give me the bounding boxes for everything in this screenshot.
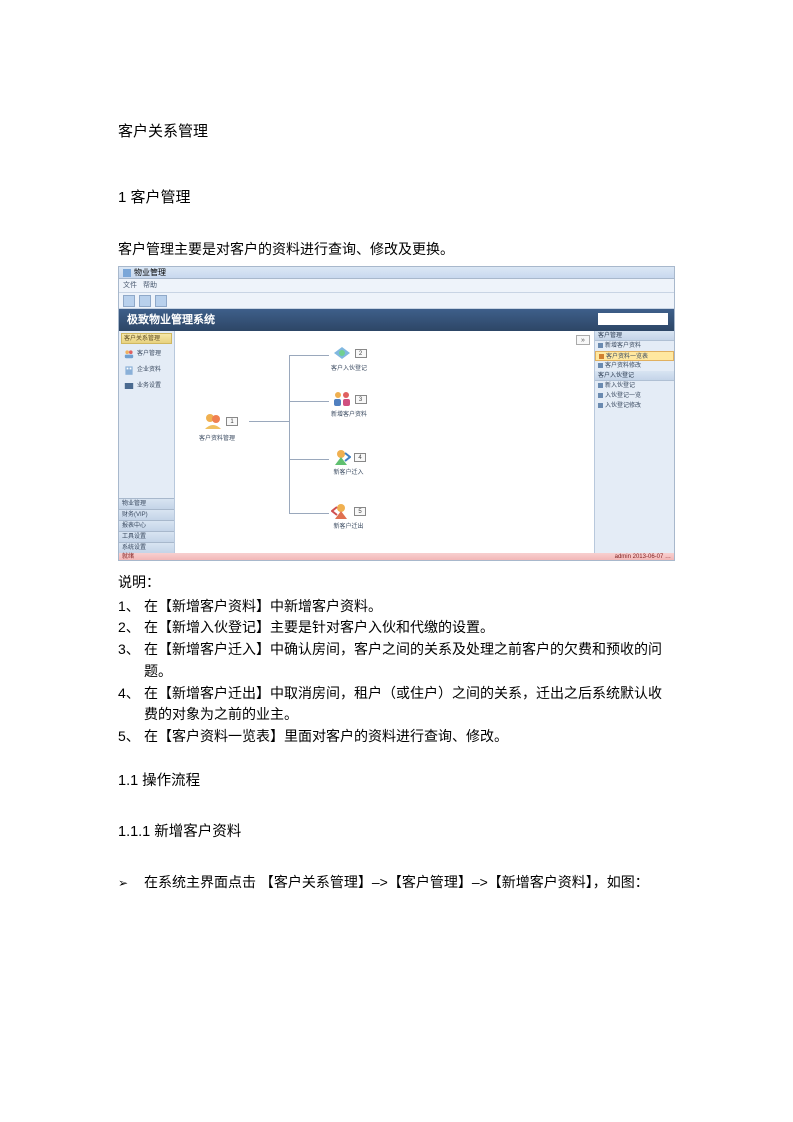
sidebar-item-label: 业务设置	[137, 382, 161, 392]
app-screenshot: 物业管理 文件 帮助 极致物业管理系统 客户关系管理 客户管理 企业资料	[118, 266, 675, 561]
diagram-child-label: 新客户迁出	[333, 523, 363, 533]
diagram-child-label: 新客户迁入	[333, 469, 363, 479]
status-bar: 就绪 admin 2013-06-07 …	[119, 553, 674, 561]
list-item: 3、在【新增客户迁入】中确认房间，客户之间的关系及处理之前客户的欠费和预收的问题…	[118, 639, 675, 682]
move-out-icon	[331, 501, 351, 521]
window-titlebar: 物业管理	[119, 267, 674, 279]
users-icon	[123, 348, 135, 360]
banner-title: 极致物业管理系统	[127, 312, 215, 330]
right-item[interactable]: 入伙登记一览	[595, 391, 674, 401]
node-badge: 1	[226, 417, 238, 426]
gear-icon	[123, 380, 135, 392]
handshake-icon	[332, 343, 352, 363]
nav-section[interactable]: 物业管理	[119, 498, 174, 509]
list-item: 5、在【客户资料一览表】里面对客户的资料进行查询、修改。	[118, 726, 675, 748]
status-right: admin 2013-06-07 …	[615, 553, 671, 561]
right-item[interactable]: 入伙登记修改	[595, 401, 674, 411]
right-item[interactable]: 客户资料修改	[595, 361, 674, 371]
section-1-intro: 客户管理主要是对客户的资料进行查询、修改及更换。	[118, 238, 675, 260]
app-banner: 极致物业管理系统	[119, 309, 674, 331]
right-group-header[interactable]: 客户入伙登记	[595, 371, 674, 381]
list-item: 4、在【新增客户迁出】中取消房间，租户（或住户）之间的关系，迁出之后系统默认收费…	[118, 683, 675, 726]
expand-button[interactable]: »	[576, 335, 590, 345]
node-badge: 3	[355, 395, 367, 404]
document-title: 客户关系管理	[118, 120, 675, 144]
menu-item-help[interactable]: 帮助	[143, 280, 157, 291]
users-group-icon	[203, 411, 223, 431]
sidebar-item[interactable]: 客户管理	[121, 346, 172, 362]
sidebar-item[interactable]: 业务设置	[121, 378, 172, 394]
list-item: 2、在【新增入伙登记】主要是针对客户入伙和代缴的设置。	[118, 617, 675, 639]
window-title-text: 物业管理	[134, 267, 166, 280]
toolbar-button[interactable]	[139, 295, 151, 307]
center-canvas: » 1 客户资料管理 2 客户入伙登记	[175, 331, 594, 553]
nav-section[interactable]: 工具设置	[119, 531, 174, 542]
diagram-root-label: 客户资料管理	[199, 435, 235, 445]
section-1-1-heading: 1.1 操作流程	[118, 770, 675, 793]
diagram-child-label: 客户入伙登记	[331, 365, 367, 375]
description-list: 1、在【新增客户资料】中新增客户资料。 2、在【新增入伙登记】主要是针对客户入伙…	[118, 596, 675, 748]
move-in-icon	[331, 447, 351, 467]
building-icon	[123, 364, 135, 376]
toolbar-button[interactable]	[155, 295, 167, 307]
step-item: ➢ 在系统主界面点击 【客户关系管理】–>【客户管理】–>【新增客户资料】，如图…	[118, 872, 675, 894]
node-badge: 4	[354, 453, 366, 462]
menu-item-file[interactable]: 文件	[123, 280, 137, 291]
right-item[interactable]: 新增客户资料	[595, 341, 674, 351]
nav-section[interactable]: 系统设置	[119, 542, 174, 553]
diagram-child-node[interactable]: 4 新客户迁入	[331, 447, 366, 479]
description-label: 说明：	[118, 571, 675, 593]
left-panel-header: 客户关系管理	[121, 333, 172, 344]
diagram-child-node[interactable]: 5 新客户迁出	[331, 501, 366, 533]
toolbar-button[interactable]	[123, 295, 135, 307]
right-sidebar: 客户管理 新增客户资料 客户资料一览表 客户资料修改 客户入伙登记 新入伙登记 …	[594, 331, 674, 553]
toolbar	[119, 293, 674, 309]
right-item[interactable]: 新入伙登记	[595, 381, 674, 391]
section-1-1-1-heading: 1.1.1 新增客户资料	[118, 821, 675, 844]
nav-section[interactable]: 报表中心	[119, 520, 174, 531]
section-1-heading: 1 客户管理	[118, 186, 675, 210]
node-badge: 2	[355, 349, 367, 358]
sidebar-item[interactable]: 企业资料	[121, 362, 172, 378]
diagram-child-node[interactable]: 2 客户入伙登记	[331, 343, 367, 375]
sidebar-item-label: 企业资料	[137, 366, 161, 376]
nav-section[interactable]: 财务(VIP)	[119, 509, 174, 520]
right-group-header[interactable]: 客户管理	[595, 331, 674, 341]
left-sidebar: 客户关系管理 客户管理 企业资料 业务设置 物业管理 财务(VIP) 报表中心	[119, 331, 175, 553]
people-icon	[332, 389, 352, 409]
list-item: 1、在【新增客户资料】中新增客户资料。	[118, 596, 675, 618]
menubar: 文件 帮助	[119, 279, 674, 293]
app-icon	[123, 269, 131, 277]
sidebar-item-label: 客户管理	[137, 350, 161, 360]
diagram-child-label: 新增客户资料	[331, 411, 367, 421]
bullet-arrow-icon: ➢	[118, 872, 144, 893]
status-left: 就绪	[122, 553, 134, 561]
diagram-child-node[interactable]: 3 新增客户资料	[331, 389, 367, 421]
right-item-highlighted[interactable]: 客户资料一览表	[595, 351, 674, 361]
node-badge: 5	[354, 507, 366, 516]
diagram-root-node[interactable]: 1	[203, 411, 238, 431]
search-input[interactable]	[598, 313, 668, 325]
step-text: 在系统主界面点击 【客户关系管理】–>【客户管理】–>【新增客户资料】，如图：	[144, 872, 675, 894]
